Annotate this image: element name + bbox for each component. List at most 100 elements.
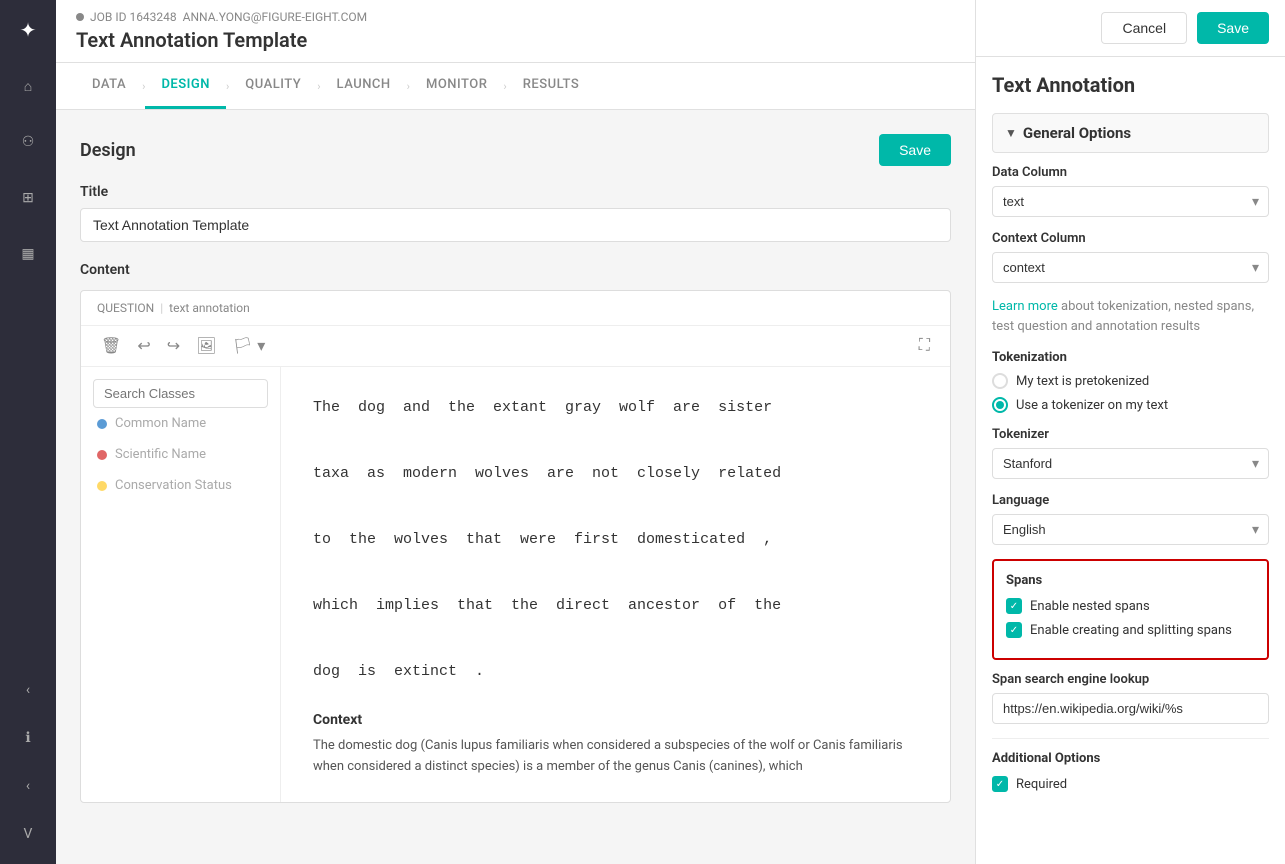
monitor-icon[interactable]: ⊞	[12, 182, 44, 214]
language-wrapper: English	[992, 514, 1269, 545]
language-group: Language English	[992, 493, 1269, 545]
title-input[interactable]	[80, 208, 951, 242]
job-id-bar: JOB ID 1643248 ANNA.YONG@FIGURE-EIGHT.CO…	[76, 10, 955, 24]
radio-pretokenized[interactable]: My text is pretokenized	[992, 373, 1269, 389]
tokenizer-select[interactable]: Stanford	[992, 448, 1269, 479]
general-options-header[interactable]: ▼ General Options	[992, 113, 1269, 153]
data-column-label: Data Column	[992, 165, 1269, 180]
class-label-conservation: Conservation Status	[115, 478, 232, 493]
design-header: Design Save	[80, 134, 951, 166]
data-column-select[interactable]: text	[992, 186, 1269, 217]
span-search-input[interactable]	[992, 693, 1269, 724]
spans-section: Spans ✓ Enable nested spans ✓ Enable cre…	[992, 559, 1269, 660]
home-icon[interactable]: ⌂	[12, 70, 44, 102]
radio-pretokenized-circle	[992, 373, 1008, 389]
undo-button[interactable]: ↩	[133, 334, 154, 358]
spans-container: Spans ✓ Enable nested spans ✓ Enable cre…	[992, 559, 1269, 660]
sidebar: ✦ ⌂ ⚇ ⊞ ▦ ‹ ℹ ‹ V	[0, 0, 56, 864]
logo-icon[interactable]: ✦	[12, 14, 44, 46]
chevron-left-bottom-icon[interactable]: ‹	[12, 770, 44, 802]
tokenizer-label: Tokenizer	[992, 427, 1269, 442]
right-title: Text Annotation	[992, 73, 1269, 97]
right-panel: Cancel Save Text Annotation ▼ General Op…	[975, 0, 1285, 864]
annotation-text: The dog and the extant gray wolf are sis…	[313, 391, 918, 688]
class-dot-common	[97, 419, 107, 429]
people-icon[interactable]: ⚇	[12, 126, 44, 158]
delete-button[interactable]: 🗑	[97, 334, 125, 358]
arrow-icon: ▼	[1005, 126, 1017, 140]
radio-tokenizer[interactable]: Use a tokenizer on my text	[992, 397, 1269, 413]
context-section: Context The domestic dog (Canis lupus fa…	[313, 712, 918, 778]
widget-body: Common Name Scientific Name Conservation…	[81, 367, 950, 802]
widget-question-label: QUESTION	[97, 301, 154, 315]
divider	[992, 738, 1269, 739]
save-button-main[interactable]: Save	[879, 134, 951, 166]
tab-monitor[interactable]: MONITOR	[410, 63, 503, 109]
radio-tokenizer-circle	[992, 397, 1008, 413]
right-panel-header: Cancel Save	[976, 0, 1285, 57]
expand-button[interactable]: ⛶	[915, 335, 934, 357]
additional-options-title: Additional Options	[992, 751, 1269, 766]
class-item-scientific[interactable]: Scientific Name	[93, 439, 268, 470]
class-label-scientific: Scientific Name	[115, 447, 206, 462]
enable-nested-spans-checkbox[interactable]: ✓	[1006, 598, 1022, 614]
chart-icon[interactable]: ▦	[12, 238, 44, 270]
data-column-group: Data Column text	[992, 165, 1269, 217]
required-checkbox[interactable]: ✓	[992, 776, 1008, 792]
user-icon[interactable]: V	[12, 818, 44, 850]
tab-quality[interactable]: QUALITY	[229, 63, 317, 109]
tab-launch[interactable]: LAUNCH	[321, 63, 407, 109]
content-area: Design Save Title Content QUESTION | tex…	[56, 110, 975, 864]
right-content: Text Annotation ▼ General Options Data C…	[976, 57, 1285, 824]
chevron-left-icon[interactable]: ‹	[12, 674, 44, 706]
learn-more-link[interactable]: Learn more	[992, 299, 1058, 314]
context-text: The domestic dog (Canis lupus familiaris…	[313, 736, 918, 778]
context-column-wrapper: context	[992, 252, 1269, 283]
widget-type-label: text annotation	[169, 301, 250, 315]
tab-results[interactable]: RESULTS	[507, 63, 596, 109]
info-icon[interactable]: ℹ	[12, 722, 44, 754]
required-label: Required	[1016, 777, 1067, 792]
flag-button[interactable]: 🏳 ▾	[228, 334, 269, 358]
class-item-conservation[interactable]: Conservation Status	[93, 470, 268, 501]
class-dot-scientific	[97, 450, 107, 460]
general-options-label: General Options	[1023, 124, 1131, 142]
tokenizer-wrapper: Stanford	[992, 448, 1269, 479]
cancel-button[interactable]: Cancel	[1101, 12, 1187, 44]
tokenizer-group: Tokenizer Stanford	[992, 427, 1269, 479]
radio-tokenizer-label: Use a tokenizer on my text	[1016, 398, 1168, 413]
class-label-common: Common Name	[115, 416, 206, 431]
text-panel: The dog and the extant gray wolf are sis…	[281, 367, 950, 802]
span-search-group: Span search engine lookup	[992, 672, 1269, 724]
job-email: ANNA.YONG@FIGURE-EIGHT.COM	[183, 10, 367, 24]
save-button-right[interactable]: Save	[1197, 12, 1269, 44]
design-title: Design	[80, 140, 136, 161]
main-area: JOB ID 1643248 ANNA.YONG@FIGURE-EIGHT.CO…	[56, 0, 975, 864]
enable-creating-splitting-item[interactable]: ✓ Enable creating and splitting spans	[1006, 622, 1255, 638]
context-column-label: Context Column	[992, 231, 1269, 246]
enable-creating-splitting-label: Enable creating and splitting spans	[1030, 623, 1232, 638]
general-options-section: ▼ General Options Data Column text Conte…	[992, 113, 1269, 792]
radio-pretokenized-label: My text is pretokenized	[1016, 374, 1149, 389]
enable-nested-spans-item[interactable]: ✓ Enable nested spans	[1006, 598, 1255, 614]
enable-creating-splitting-checkbox[interactable]: ✓	[1006, 622, 1022, 638]
required-item[interactable]: ✓ Required	[992, 776, 1269, 792]
context-column-group: Context Column context	[992, 231, 1269, 283]
tokenization-label: Tokenization	[992, 350, 1269, 365]
learn-more-text: Learn more about tokenization, nested sp…	[992, 297, 1269, 336]
data-column-wrapper: text	[992, 186, 1269, 217]
tab-design[interactable]: DESIGN	[145, 63, 226, 109]
enable-nested-spans-label: Enable nested spans	[1030, 599, 1150, 614]
widget-header: QUESTION | text annotation	[81, 291, 950, 326]
search-classes-input[interactable]	[93, 379, 268, 408]
redo-button[interactable]: ↪	[163, 334, 184, 358]
spans-title: Spans	[1006, 573, 1255, 588]
job-id: JOB ID 1643248	[90, 10, 177, 24]
context-column-select[interactable]: context	[992, 252, 1269, 283]
language-select[interactable]: English	[992, 514, 1269, 545]
title-label: Title	[80, 184, 951, 200]
content-label: Content	[80, 262, 951, 278]
tab-data[interactable]: DATA	[76, 63, 142, 109]
class-item-common[interactable]: Common Name	[93, 408, 268, 439]
image-button[interactable]: 🖼	[192, 334, 220, 358]
